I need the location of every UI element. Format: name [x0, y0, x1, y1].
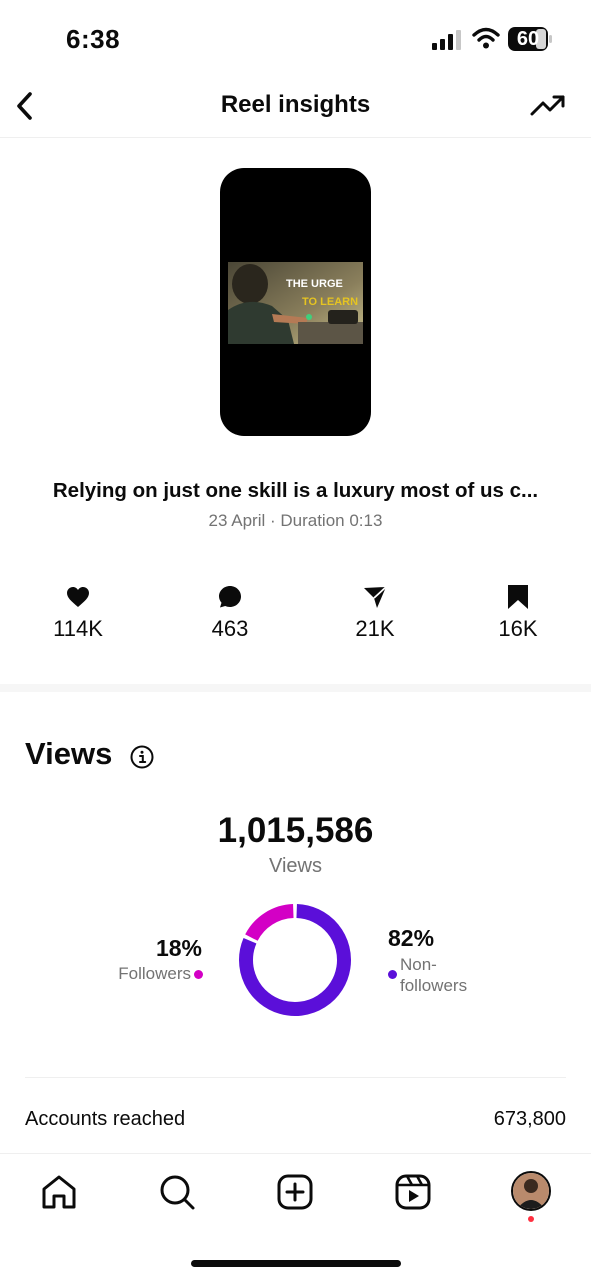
section-divider: [0, 684, 591, 692]
create-icon: [277, 1174, 313, 1210]
avatar-image: [513, 1173, 549, 1209]
nav-search[interactable]: [157, 1172, 197, 1212]
likes-stat: 114K: [18, 584, 138, 642]
accounts-reached-value: 673,800: [493, 1108, 566, 1130]
likes-count: 114K: [53, 616, 103, 641]
followers-legend-dot: [194, 970, 203, 979]
views-total: 1,015,586: [217, 811, 374, 850]
followers-percent: 18%: [155, 935, 202, 961]
nav-home[interactable]: [39, 1172, 79, 1212]
header: Reel insights: [0, 78, 591, 138]
followers-arc: [245, 904, 294, 942]
home-icon: [42, 1175, 76, 1209]
share-icon: [364, 586, 387, 608]
accounts-reached-label: Accounts reached: [25, 1108, 186, 1130]
bottom-nav: [0, 1153, 591, 1280]
reel-preview[interactable]: THE URGE TO LEARN: [220, 168, 371, 436]
notification-dot: [528, 1216, 534, 1222]
wifi-icon: [472, 27, 500, 49]
reel-caption: Relying on just one skill is a luxury mo…: [52, 479, 539, 502]
shares-count: 21K: [355, 616, 395, 641]
saves-count: 16K: [498, 616, 538, 641]
page-title: Reel insights: [220, 91, 371, 118]
reel-meta: 23 April · Duration 0:13: [208, 511, 383, 530]
comments-count: 463: [211, 616, 249, 641]
reel-thumbnail: THE URGE TO LEARN: [228, 262, 363, 344]
search-icon: [160, 1175, 195, 1210]
nonfollowers-label: Non-followers: [400, 955, 468, 995]
profile-avatar[interactable]: [511, 1171, 551, 1211]
thumbnail-text-line2: TO LEARN: [302, 296, 359, 308]
thumbnail-text-line1: THE URGE: [286, 278, 343, 290]
bookmark-icon: [508, 585, 528, 609]
views-label: Views: [269, 855, 322, 877]
saves-stat: 16K: [458, 584, 578, 642]
nonfollowers-legend-dot: [388, 970, 397, 979]
followers-label: Followers: [118, 964, 191, 983]
status-bar: 6:38 60: [0, 0, 591, 78]
comments-stat: 463: [170, 584, 290, 642]
trending-up-icon[interactable]: [530, 92, 566, 118]
status-time: 6:38: [66, 24, 121, 54]
row-divider: [25, 1077, 566, 1078]
heart-icon: [67, 587, 89, 607]
reels-icon: [395, 1174, 431, 1210]
signal-icon: [432, 30, 461, 50]
views-donut-chart: [239, 904, 351, 1016]
nav-create[interactable]: [275, 1172, 315, 1212]
shares-stat: 21K: [315, 584, 435, 642]
info-icon[interactable]: [130, 745, 154, 769]
nonfollowers-percent: 82%: [388, 925, 435, 951]
nav-reels[interactable]: [393, 1172, 433, 1212]
comment-icon: [219, 586, 241, 608]
home-indicator: [191, 1260, 401, 1267]
views-heading: Views: [25, 736, 113, 771]
battery-level: 60: [516, 28, 540, 50]
